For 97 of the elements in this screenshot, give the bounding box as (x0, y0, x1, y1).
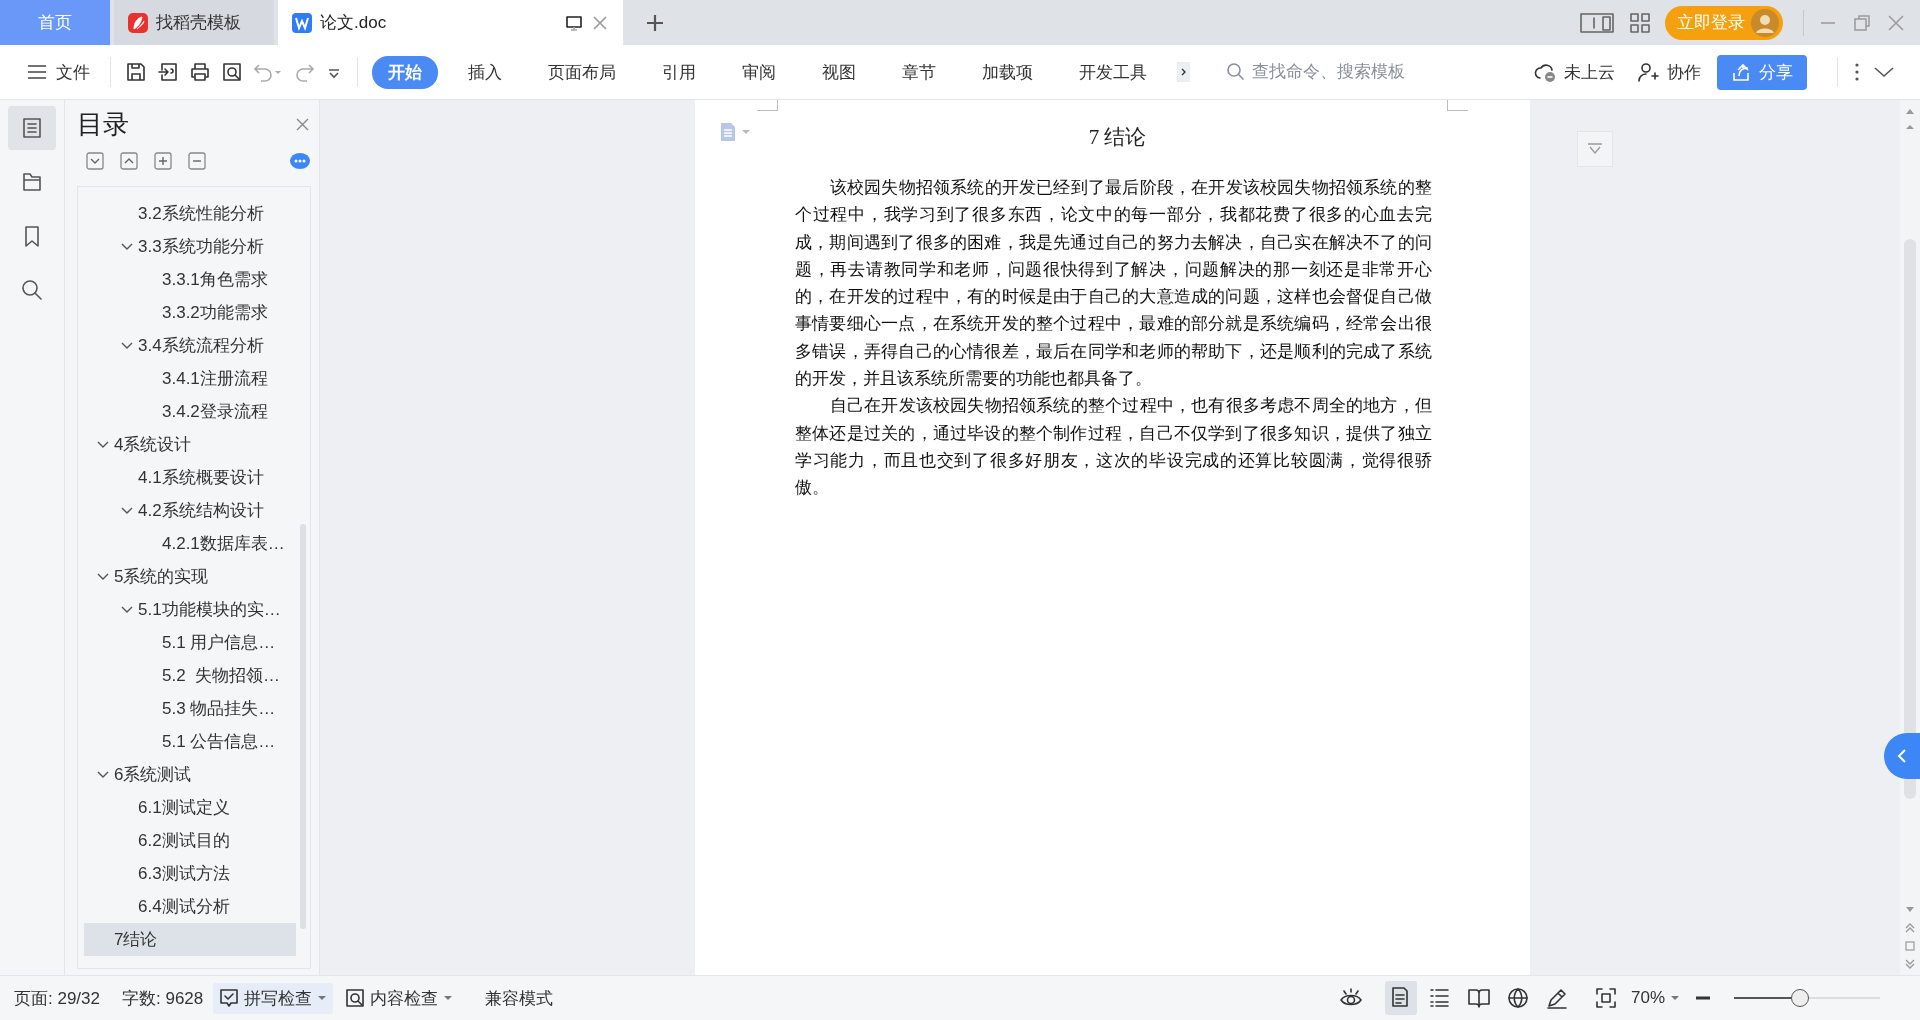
leaf-logo-icon (128, 12, 148, 33)
chevron-left-icon (1896, 748, 1908, 764)
avatar-icon (1751, 8, 1779, 37)
caret-icon (1670, 995, 1680, 1001)
view-mode-button[interactable] (1384, 981, 1417, 1015)
outline-item[interactable]: 5.1 用户信息… (84, 626, 296, 659)
search-icon (21, 279, 43, 301)
file-menu[interactable]: 文件 (20, 56, 96, 88)
redo-icon[interactable] (293, 61, 315, 83)
cloud-status-button[interactable]: 未上云 (1528, 56, 1621, 88)
close-icon[interactable] (1886, 12, 1906, 33)
outline-item[interactable]: 4.2.1数据库表… (84, 527, 296, 560)
outline-item[interactable]: 5.2 失物招领… (84, 659, 296, 692)
document-logo-icon (292, 12, 312, 33)
outline-item[interactable]: 3.4系统流程分析 (84, 329, 296, 362)
crop-mark (1447, 100, 1468, 111)
document-tab[interactable]: 论文.doc (278, 0, 623, 45)
outline-item[interactable]: 3.2系统性能分析 (84, 197, 296, 230)
export-icon[interactable] (157, 61, 179, 83)
share-icon (1731, 62, 1751, 82)
previous-page-icon[interactable] (1905, 923, 1915, 933)
select-browse-icon[interactable] (1905, 941, 1915, 951)
check-icon (219, 988, 240, 1008)
outline-item[interactable]: 6.4测试分析 (84, 890, 296, 923)
list-view-icon (1427, 986, 1452, 1010)
next-page-icon[interactable] (1905, 959, 1915, 969)
chevron-right-icon (1179, 66, 1188, 78)
expand-all-icon[interactable] (85, 151, 105, 171)
command-search-field[interactable]: 查找命令、搜索模板 (1250, 61, 1444, 83)
outline-item[interactable]: 5.1功能模块的实… (84, 593, 296, 626)
outline-item[interactable]: 6.1测试定义 (84, 791, 296, 824)
body-paragraph: 自己在开发该校园失物招领系统的整个过程中，也有很多考虑不周全的地方，但整体还是过关的，通过毕设的整个制作过程，自己不仅学到了很多知识，提供了独立学习能力，而且也交到了很多好朋友，这次的毕设完成的还算比较圆满，觉得很骄傲。 (795, 394, 1432, 500)
outline-item[interactable]: 5系统的实现 (84, 560, 296, 593)
outline-item[interactable]: 6.2测试目的 (84, 824, 296, 857)
crop-mark (757, 100, 778, 111)
chat-bubble-icon[interactable] (289, 151, 311, 171)
outline-item[interactable]: 3.3.2功能需求 (84, 296, 296, 329)
outline-item[interactable]: 4系统设计 (84, 428, 296, 461)
add-heading-icon[interactable] (153, 151, 173, 171)
monitor-icon[interactable] (565, 13, 583, 32)
remove-heading-icon[interactable] (187, 151, 207, 171)
ribbon-tab[interactable]: 插入 (452, 55, 518, 89)
save-icon[interactable] (125, 61, 147, 83)
book-icon (1466, 986, 1491, 1010)
outline-item[interactable]: 6.3测试方法 (84, 857, 296, 890)
chapter-heading: 7 结论 (1087, 124, 1148, 151)
page-count: 页面: 29/32 (14, 987, 100, 1010)
outline-item[interactable]: 4.2系统结构设计 (84, 494, 296, 527)
ribbon-tab[interactable]: 开发工具 (1063, 55, 1163, 89)
inspect-icon (345, 988, 366, 1008)
outline-item[interactable]: 5.1 公告信息… (84, 725, 296, 758)
compatibility-mode-label: 兼容模式 (485, 987, 554, 1010)
grid-icon[interactable] (1629, 11, 1651, 34)
outline-item[interactable]: 5.3 物品挂失… (84, 692, 296, 725)
outline-item[interactable]: 3.3.1角色需求 (84, 263, 296, 296)
outline-item[interactable]: 7结论 (84, 923, 296, 956)
sidebar-tab[interactable] (8, 106, 56, 150)
zoom-slider[interactable] (1734, 989, 1880, 1007)
add-tab-icon[interactable] (645, 12, 665, 33)
globe-icon (1505, 986, 1530, 1010)
caret-icon (317, 995, 328, 1001)
print-icon[interactable] (189, 61, 211, 83)
close-icon[interactable] (591, 13, 609, 32)
outline-item[interactable]: 3.4.1注册流程 (84, 362, 296, 395)
fit-page-icon[interactable] (1594, 987, 1617, 1009)
more-tabs-button[interactable] (1177, 62, 1190, 82)
menu-icon (26, 62, 48, 82)
undo-icon[interactable] (253, 61, 283, 83)
body-paragraph: 该校园失物招领系统的开发已经到了最后阶段，在开发该校园失物招领系统的整个过程中，我学习到了很多东西，论文中的每一部分，我都花费了很多的心血去完成，期间遇到了很多的困难，我是先通过自己的努力去解决，自己实在解决不了的问题，再去请教同学和老师，问题很快得到了解决，问题解决的那一刻还是非常开心的，在开发的过程中，有的时候是由于自己的大意造成的问题，这样也会督促自己做事情要细心一点，在系统开发的整个过程中，最难的部分就是系统编码，经常会出很多错误，弄得自己的心情很差，最后在同学和老师的帮助下，还是顺利的完成了系统的开发，并且该系统所需要的功能也都具备了。 (795, 176, 1432, 391)
ribbon-tab[interactable]: 加载项 (966, 55, 1049, 89)
search-icon (1226, 62, 1246, 82)
content-check-button[interactable]: 内容检查 (339, 982, 460, 1014)
spell-check-button[interactable]: 拼写检查 (213, 982, 334, 1014)
side-panel-button[interactable] (1884, 733, 1920, 779)
ribbon-tab[interactable]: 审阅 (726, 55, 792, 89)
outline-item[interactable]: 3.3系统功能分析 (84, 230, 296, 263)
ribbon-tab[interactable]: 章节 (886, 55, 952, 89)
outline-item[interactable]: 6系统测试 (84, 758, 296, 791)
collapse-all-icon[interactable] (119, 151, 139, 171)
zoom-level-dropdown[interactable]: 70% (1624, 984, 1686, 1012)
word-count: 字数: 9628 (122, 987, 204, 1010)
caret-icon (443, 995, 454, 1001)
ribbon-tab[interactable]: 页面布局 (532, 55, 632, 89)
outline-icon (21, 117, 43, 139)
document-tab[interactable]: 找稻壳模板 (114, 0, 274, 45)
panel-title: 目录 (77, 107, 129, 141)
print-preview-icon[interactable] (221, 61, 243, 83)
outline-item[interactable]: 4.1系统概要设计 (84, 461, 296, 494)
scrollbar-thumb[interactable] (300, 524, 306, 929)
ribbon-tab[interactable]: 引用 (646, 55, 712, 89)
ribbon-tab[interactable]: 视图 (806, 55, 872, 89)
outline-item[interactable]: 3.4.2登录流程 (84, 395, 296, 428)
collaborate-button[interactable]: 协作 (1631, 56, 1707, 88)
pen-icon (1544, 986, 1569, 1010)
cloud-icon (1534, 61, 1556, 83)
scrollbar-thumb[interactable] (1904, 238, 1916, 799)
person-add-icon (1637, 61, 1659, 83)
